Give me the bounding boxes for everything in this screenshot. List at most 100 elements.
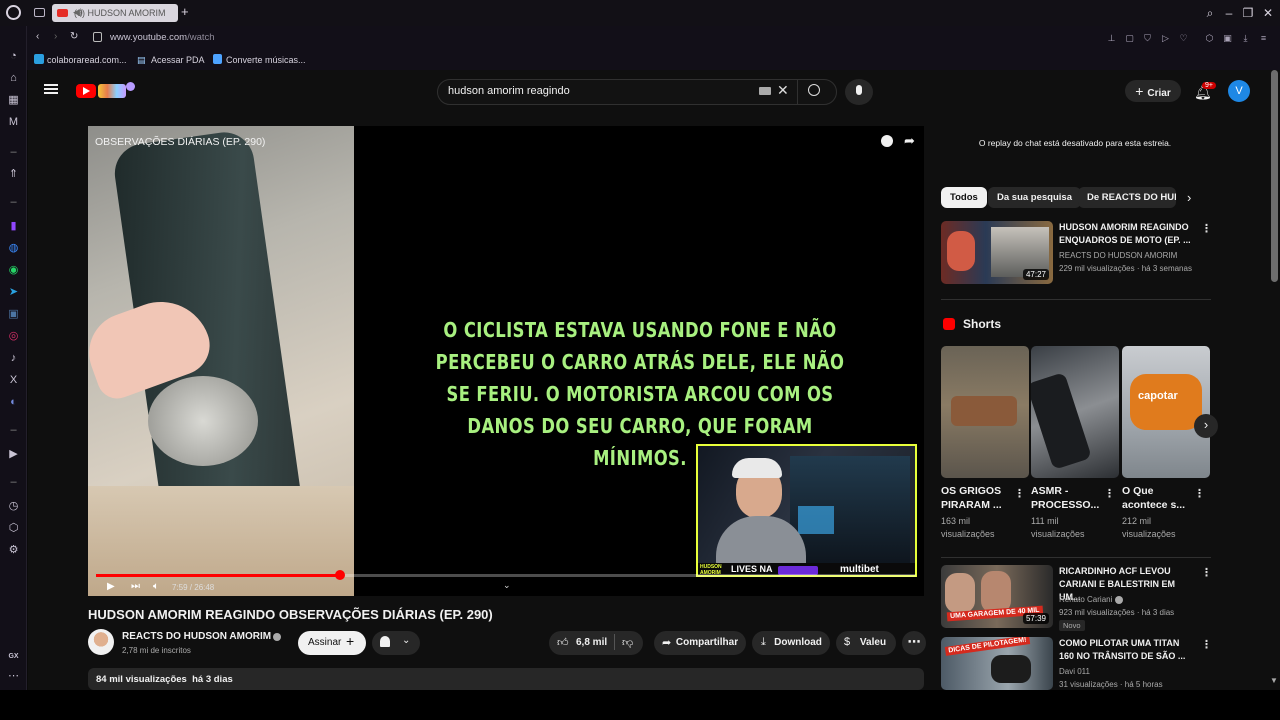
recommended-thumb[interactable]: 47:27 (941, 221, 1053, 284)
bookmark-colaboraread[interactable]: colaboraread.com... (47, 55, 127, 65)
chapters-chevron-icon[interactable]: ⌄ (503, 580, 511, 591)
browser-tab-youtube[interactable]: (9) HUDSON AMORIM (52, 4, 178, 22)
instagram-icon[interactable]: ◎ (7, 330, 20, 343)
arrow-up-icon[interactable]: ⇑ (7, 168, 20, 181)
search-input[interactable]: hudson amorim reagindo (448, 85, 570, 97)
search-tabs-icon[interactable]: ⌕ (1203, 6, 1217, 20)
back-icon[interactable]: ‹ (36, 31, 39, 42)
twitch-icon[interactable]: ▮ (7, 220, 20, 233)
player-overlay-title[interactable]: OBSERVAÇÕES DIÁRIAS (EP. 290) (95, 136, 265, 148)
channel-name[interactable]: REACTS DO HUDSON AMORIM (122, 631, 271, 642)
url-field[interactable]: www.youtube.com/watch (110, 32, 215, 43)
lock-icon[interactable] (93, 32, 102, 42)
chip-from-channel[interactable]: De REACTS DO HUDSO (1078, 187, 1176, 208)
restore-icon[interactable]: ❐ (1241, 6, 1255, 20)
dislike-icon[interactable]: 👎︎ (622, 636, 633, 649)
forward-icon[interactable]: › (54, 31, 57, 42)
pin-icon[interactable]: ⊥ (1106, 33, 1117, 44)
watch-later-icon[interactable] (881, 135, 893, 147)
news-icon[interactable]: ▦ (7, 94, 20, 107)
extensions-icon[interactable]: ⬡ (1204, 33, 1215, 44)
aria-icon[interactable]: ◔ (7, 50, 20, 63)
close-icon[interactable]: ✕ (1261, 6, 1275, 20)
short-thumb-1[interactable] (941, 346, 1029, 478)
minimize-icon[interactable]: – (1222, 6, 1236, 20)
shorts-next-button[interactable]: › (1194, 414, 1218, 438)
vk-icon[interactable]: ▣ (7, 308, 20, 321)
workspace-icon[interactable]: ⌂ (7, 72, 20, 85)
speaker-icon[interactable]: ◀) (73, 7, 83, 18)
search-icon[interactable] (808, 84, 820, 96)
history-icon[interactable]: ◷ (7, 500, 20, 513)
snapshot-icon[interactable]: ▢ (1124, 33, 1135, 44)
create-button[interactable]: + Criar (1125, 80, 1181, 102)
short-title-1[interactable]: OS GRIGOS PIRARAM ... (941, 484, 1009, 512)
m-icon[interactable]: M (7, 116, 20, 129)
short-menu-2-icon[interactable]: ⋮ (1104, 487, 1115, 500)
shield-icon[interactable]: ⛉ (1142, 33, 1153, 44)
player-icon[interactable]: ▶ (7, 448, 20, 461)
channel-avatar[interactable] (88, 629, 114, 655)
thumb1-person2-shape (981, 571, 1011, 613)
more-icon[interactable]: ⋯ (7, 670, 20, 683)
more-actions-button[interactable]: ⋯ (902, 631, 926, 655)
video-thumb-1[interactable]: UMA GARAGEM DE 40 MIL 57:39 (941, 565, 1053, 628)
cube-icon[interactable]: ⬡ (7, 522, 20, 535)
gx-icon[interactable]: GX (7, 650, 20, 663)
video-menu-2-icon[interactable]: ⋮ (1201, 638, 1212, 651)
messenger-icon[interactable]: ◍ (7, 242, 20, 255)
volume-icon[interactable]: 🔈︎ (153, 581, 159, 592)
short3-car-shape (1130, 374, 1202, 430)
settings-icon[interactable]: ⚙ (7, 544, 20, 557)
chip-from-search[interactable]: Da sua pesquisa (988, 187, 1081, 208)
download-icon[interactable]: ⤓ (1240, 33, 1251, 44)
video-menu-1-icon[interactable]: ⋮ (1201, 566, 1212, 579)
short-thumb-3[interactable]: capotar (1122, 346, 1210, 478)
heart-icon[interactable]: ♡ (1178, 33, 1189, 44)
like-count[interactable]: 6,8 mil (576, 637, 607, 648)
tiktok-icon[interactable]: ♪ (7, 352, 20, 365)
video-thumb-2[interactable]: DICAS DE PILOTAGEM! (941, 637, 1053, 690)
divider3-icon: – (10, 424, 17, 436)
scroll-down-arrow-icon[interactable]: ▼ (1270, 676, 1278, 685)
mic-icon (856, 85, 862, 95)
keyboard-icon[interactable] (759, 87, 771, 95)
bookmark-converte-musicas[interactable]: Converte músicas... (226, 55, 306, 65)
browser-sidebar: ◔ ⌂ ▦ M – ⇑ – ▮ ◍ ◉ ➤ ▣ ◎ ♪ X ◐ – ▶ – ◷ … (0, 26, 27, 720)
short-menu-1-icon[interactable]: ⋮ (1014, 487, 1025, 500)
recommended-menu-icon[interactable]: ⋮ (1201, 222, 1212, 235)
doodle-logo-icon[interactable] (98, 84, 126, 98)
menu-icon[interactable] (44, 84, 58, 86)
share-arrow-icon[interactable]: ➦ (904, 133, 915, 149)
video-channel-2[interactable]: Davi 011 (1059, 665, 1090, 678)
clear-search-icon[interactable]: ✕ (777, 82, 789, 99)
opera-logo-icon[interactable] (6, 5, 21, 20)
progress-bar-fill (96, 574, 341, 577)
video-channel-1[interactable]: Renato Cariani (1059, 593, 1112, 606)
new-tab-icon[interactable]: + (181, 4, 189, 19)
avatar[interactable]: V (1228, 80, 1250, 102)
telegram-icon[interactable]: ➤ (7, 286, 20, 299)
discord-icon[interactable]: ◐ (7, 396, 20, 409)
short-menu-3-icon[interactable]: ⋮ (1194, 487, 1205, 500)
recommended-channel[interactable]: REACTS DO HUDSON AMORIM (1059, 249, 1177, 262)
wallet-icon[interactable]: ▣ (1222, 33, 1233, 44)
short-thumb-2[interactable] (1031, 346, 1119, 478)
x-icon[interactable]: X (7, 374, 20, 387)
video-title-2[interactable]: COMO PILOTAR UMA TITAN 160 NO TRÂNSITO D… (1059, 637, 1194, 663)
recommended-title[interactable]: HUDSON AMORIM REAGINDO ENQUADROS DE MOTO… (1059, 221, 1194, 247)
short-title-2[interactable]: ASMR - PROCESSO... (1031, 484, 1099, 512)
short-title-3[interactable]: O Que acontece s... (1122, 484, 1190, 512)
whatsapp-icon[interactable]: ◉ (7, 264, 20, 277)
page-scrollbar[interactable] (1271, 70, 1278, 282)
tab-islands-icon[interactable] (34, 8, 45, 17)
like-icon[interactable]: 👍︎ (557, 636, 569, 649)
play-icon[interactable]: ▶ (107, 581, 115, 592)
chip-all[interactable]: Todos (941, 187, 987, 208)
bookmark-acessar-pda[interactable]: Acessar PDA (151, 55, 205, 65)
play-ext-icon[interactable]: ▷ (1160, 33, 1171, 44)
next-icon[interactable]: ⏭︎ (131, 581, 140, 592)
chips-next-icon[interactable]: › (1187, 190, 1191, 205)
easy-setup-icon[interactable]: ≡ (1258, 33, 1269, 44)
reload-icon[interactable]: ↻ (70, 31, 78, 42)
